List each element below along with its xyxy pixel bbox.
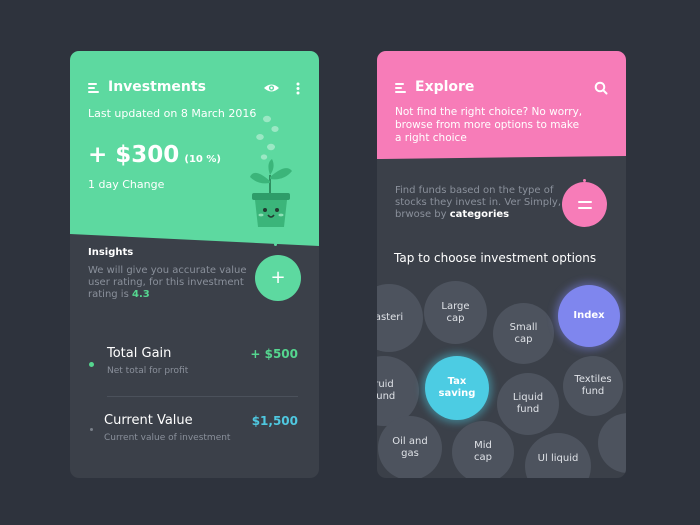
current-value-indicator: [90, 428, 93, 431]
change-percent: (10 %): [184, 154, 221, 165]
bubble-ul-liquid-label: Ul liquid: [537, 453, 579, 464]
options-heading: Tap to choose investment options: [394, 251, 597, 265]
total-gain-value: + $500: [250, 347, 298, 361]
search-icon[interactable]: [594, 81, 608, 95]
hamburger-icon[interactable]: [395, 83, 406, 93]
coin-icon: [256, 115, 279, 160]
total-gain-desc: Net total for profit: [107, 366, 189, 376]
total-gain-indicator: [89, 362, 94, 367]
bubble-textiles-fund[interactable]: Textiles fund: [563, 356, 623, 416]
funds-line-1: Find funds based on the type of: [395, 185, 554, 196]
bubble-large-cap[interactable]: Large cap: [424, 281, 487, 344]
rating-value: 4.3: [131, 289, 150, 300]
funds-line-3-row: brwose by categories: [395, 209, 509, 220]
investments-card: Investments Last updated on 8 March 2016…: [70, 51, 319, 478]
fab-indicator-dot: [274, 243, 277, 246]
bubble-mid-cap[interactable]: Mid cap: [452, 421, 514, 478]
plant-pot-illustration: [250, 115, 292, 227]
current-value-desc: Current value of investment: [104, 433, 231, 443]
promo-line-1: Not find the right choice? No worry,: [395, 106, 583, 118]
page-title: Explore: [415, 79, 475, 95]
last-updated-text: Last updated on 8 March 2016: [88, 107, 257, 120]
bubble-small-cap[interactable]: Small cap: [493, 303, 554, 364]
bubble-index[interactable]: Index: [558, 285, 620, 347]
page-title: Investments: [108, 79, 206, 95]
change-amount: + $300 (10 %): [88, 142, 221, 168]
insights-line-2: user rating, for this investment: [88, 277, 244, 288]
filter-icon: [577, 200, 592, 209]
eye-icon[interactable]: [263, 82, 280, 94]
insights-title: Insights: [88, 247, 134, 258]
explore-card: Explore Not find the right choice? No wo…: [377, 51, 626, 478]
funds-line-3: brwose by: [395, 209, 447, 220]
total-gain-label: Total Gain: [107, 346, 172, 361]
add-button[interactable]: +: [255, 255, 301, 301]
promo-line-2: browse from more options to make: [395, 119, 580, 131]
promo-line-3: a right choice: [395, 132, 467, 144]
current-value-value: $1,500: [251, 414, 298, 428]
more-vertical-icon[interactable]: [296, 82, 300, 95]
change-label: 1 day Change: [88, 178, 165, 191]
funds-line-2: stocks they invest in. Ver Simply,: [395, 197, 562, 208]
change-value: + $300: [88, 142, 180, 168]
bubble-tax-saving[interactable]: Tax saving: [425, 356, 489, 420]
plus-icon: +: [270, 267, 286, 288]
insights-line-1: We will give you accurate value: [88, 265, 247, 276]
bubble-liquid-fund[interactable]: Liquid fund: [497, 373, 559, 435]
insights-rating: rating is 4.3: [88, 289, 150, 300]
current-value-label: Current Value: [104, 413, 193, 428]
categories-link[interactable]: categories: [450, 209, 509, 220]
insights-line-3: rating is: [88, 289, 129, 300]
filter-button[interactable]: [562, 182, 607, 227]
divider: [107, 396, 298, 397]
hamburger-icon[interactable]: [88, 83, 99, 93]
bubble-oil-and-gas[interactable]: Oil and gas: [378, 416, 442, 478]
